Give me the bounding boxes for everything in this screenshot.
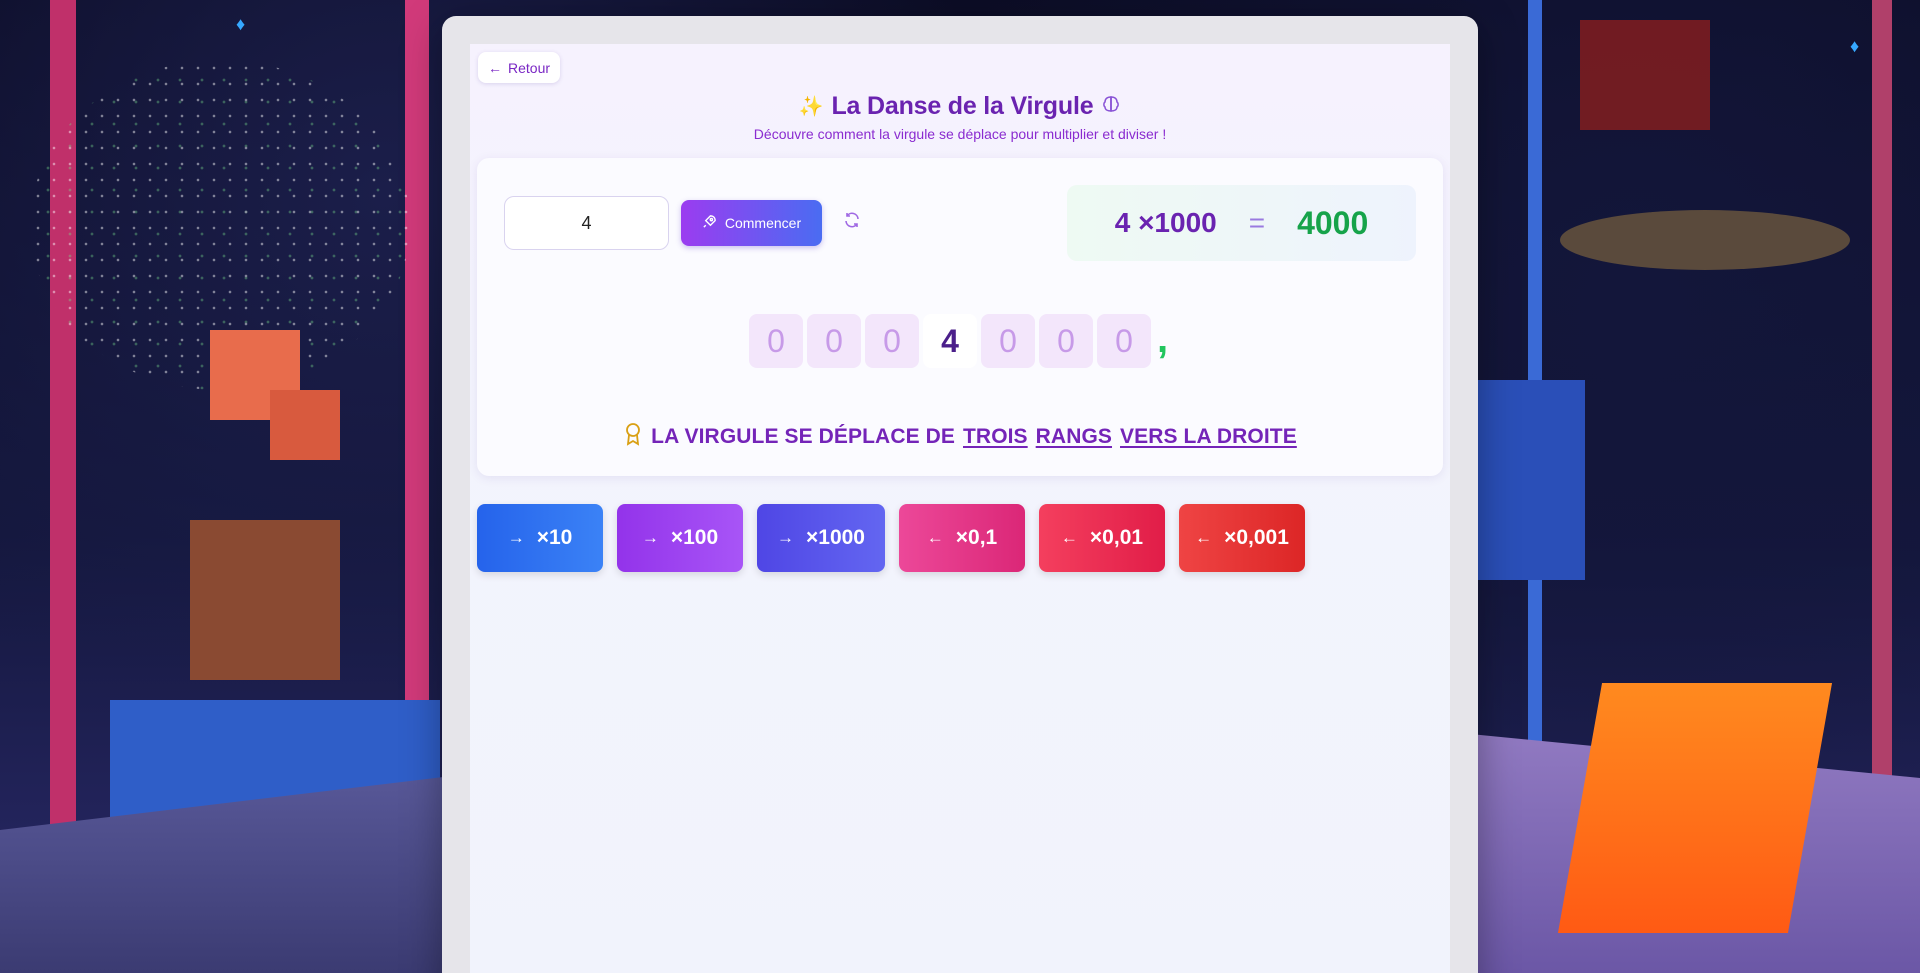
app-container: ← Retour ✨ La Danse de la Virgule Découv…: [470, 44, 1450, 973]
back-button[interactable]: ← Retour: [478, 52, 561, 83]
arrow-left-icon: ←: [488, 59, 502, 76]
op-times-0-001-button[interactable]: ← ×0,001: [1179, 504, 1305, 572]
brain-icon: [1101, 94, 1121, 119]
diamond-icon: ♦: [1850, 36, 1860, 56]
rule-word-unit: RANGS: [1035, 425, 1113, 448]
character-block: [1475, 380, 1585, 580]
fish-shape: [1560, 210, 1850, 270]
op-times-1000-button[interactable]: → ×1000: [757, 504, 885, 572]
red-creature: [1580, 20, 1710, 130]
medal-icon: [623, 422, 643, 452]
op-times-100-button[interactable]: → ×100: [617, 504, 743, 572]
reset-button[interactable]: [839, 210, 865, 236]
page-title: La Danse de la Virgule: [831, 92, 1094, 120]
rule-message: LA VIRGULE SE DÉPLACE DE TROIS RANGS VER…: [477, 422, 1443, 452]
character-block: [190, 520, 340, 680]
result-display: 4 ×1000 = 4000: [1067, 185, 1416, 261]
rule-word-direction: VERS LA DROITE: [1120, 425, 1297, 448]
rule-word-count: TROIS: [963, 425, 1028, 448]
op-times-0-01-button[interactable]: ← ×0,01: [1039, 504, 1165, 572]
digit-cell: 0: [1097, 314, 1151, 368]
arrow-left-icon: ←: [1060, 528, 1078, 547]
arrow-left-icon: ←: [1195, 528, 1213, 547]
start-label: Commencer: [724, 215, 802, 231]
rule-prefix: LA VIRGULE SE DÉPLACE DE: [651, 425, 955, 448]
digit-cell: 0: [749, 314, 803, 368]
orange-block: [270, 390, 340, 460]
op-label: ×100: [670, 526, 719, 549]
op-label: ×0,1: [955, 526, 998, 549]
digit-cell: 0: [807, 314, 861, 368]
number-input[interactable]: [504, 196, 669, 250]
op-label: ×0,01: [1089, 526, 1144, 549]
digit-cell: 0: [981, 314, 1035, 368]
start-button[interactable]: Commencer: [681, 200, 822, 246]
digit-cell: 0: [865, 314, 919, 368]
arrow-right-icon: →: [641, 528, 659, 547]
diamond-icon: ♦: [236, 14, 246, 34]
back-label: Retour: [508, 59, 551, 76]
arrow-left-icon: ←: [926, 528, 944, 547]
digit-cell-active: 4: [923, 314, 977, 368]
title-row: ✨ La Danse de la Virgule: [470, 92, 1450, 121]
op-times-0-1-button[interactable]: ← ×0,1: [899, 504, 1025, 572]
sparkle-icon: ✨: [798, 96, 824, 118]
equals-sign: =: [1248, 207, 1266, 238]
decimal-comma[interactable]: ,: [1157, 314, 1171, 368]
arrow-right-icon: →: [777, 528, 794, 547]
result-value: 4000: [1297, 204, 1369, 241]
operation-buttons: → ×10 → ×100 → ×1000 ← ×0,1 ← ×0,01 ← ×0…: [477, 504, 1305, 572]
rocket-icon: [702, 214, 717, 232]
refresh-icon: [843, 211, 861, 235]
lava-block: [1557, 683, 1833, 933]
page-subtitle: Découvre comment la virgule se déplace p…: [753, 126, 1167, 142]
digit-cell: 0: [1039, 314, 1093, 368]
digit-row: 0 0 0 4 0 0 0 ,: [477, 314, 1443, 368]
op-label: ×10: [536, 526, 573, 549]
main-panel: Commencer 4 ×1000 = 4000 0 0 0 4 0 0: [477, 158, 1443, 476]
result-expression: 4 ×1000: [1114, 207, 1217, 238]
arrow-right-icon: →: [507, 528, 525, 547]
op-times-10-button[interactable]: → ×10: [477, 504, 603, 572]
op-label: ×1000: [806, 526, 865, 549]
op-label: ×0,001: [1224, 526, 1289, 549]
